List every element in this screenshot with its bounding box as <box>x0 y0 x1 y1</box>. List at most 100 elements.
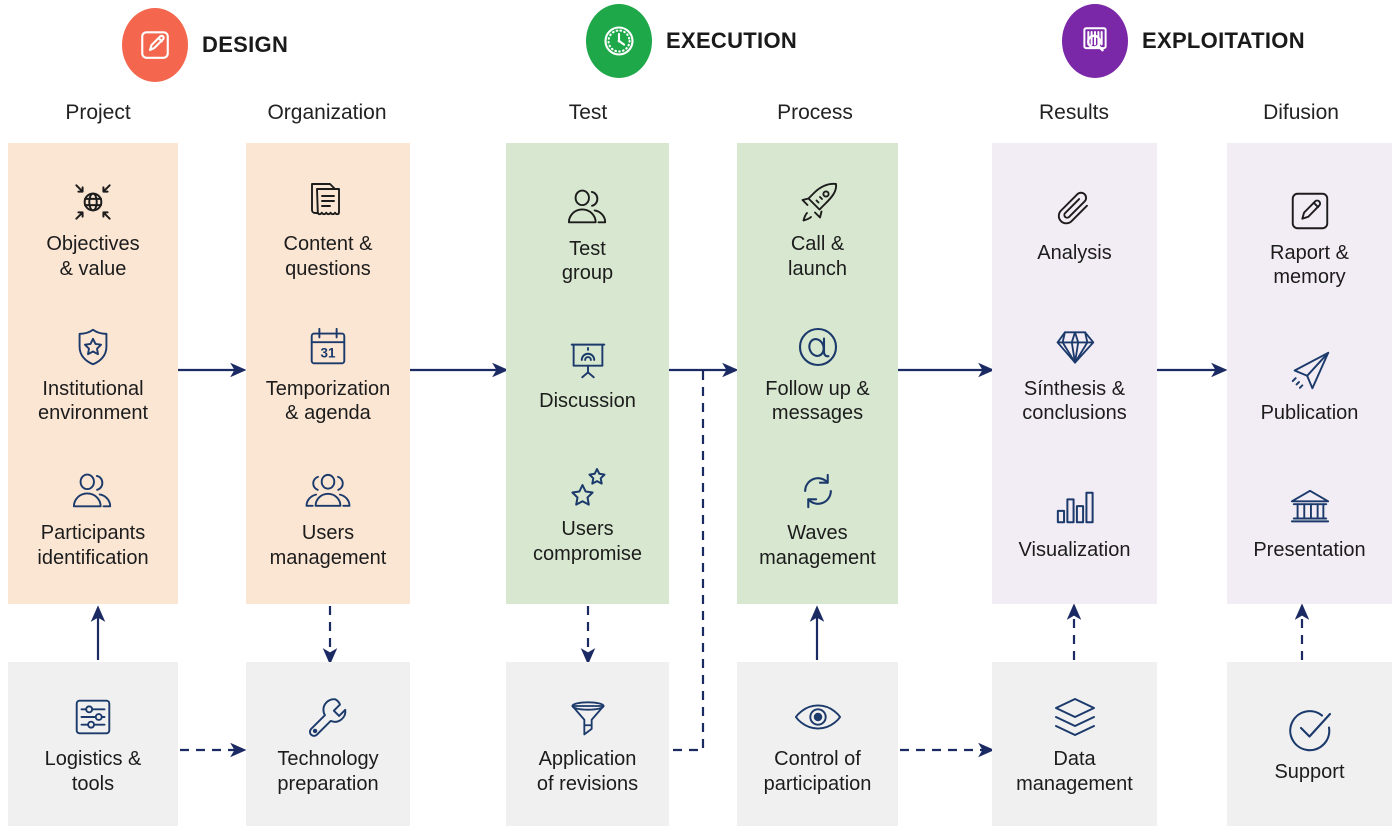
column-title-process: Process <box>777 101 853 124</box>
cell-discussion: Discussion <box>510 333 665 414</box>
refresh-cycle-icon <box>795 465 841 517</box>
cell-technology-preparation: Technology preparation <box>250 691 406 797</box>
cell-label: Institutional environment <box>37 377 149 425</box>
cell-label: Control of participation <box>763 748 872 795</box>
column-title-test: Test <box>568 101 608 124</box>
execution-badge <box>586 4 652 78</box>
stage-box-process: Call & launch Follow up & messages Waves… <box>737 143 898 604</box>
rocket-icon <box>793 176 843 228</box>
cell-control-of-participation: Control of participation <box>741 691 894 797</box>
cell-test-group: Test group <box>510 181 665 287</box>
phase-design: DESIGN <box>122 8 288 82</box>
exploitation-badge <box>1062 4 1128 78</box>
pencil-square-icon <box>138 28 172 62</box>
stage-box-results: Analysis Sínthesis & conclusions Visuali… <box>992 143 1157 604</box>
cell-analysis: Analysis <box>996 185 1153 266</box>
feedback-loop-to-application-of-revisions <box>672 371 705 752</box>
stars-icon <box>563 461 613 513</box>
cell-label: Objectives & value <box>46 233 140 281</box>
check-circle-icon <box>1286 704 1334 756</box>
stage-box-difusion: Raport & memory Publication Presentation <box>1227 143 1392 604</box>
wrench-icon <box>304 691 352 743</box>
phase-execution: EXECUTION <box>586 4 797 78</box>
column-title-results: Results <box>1038 101 1110 124</box>
support-box-data-management: Data management <box>992 662 1157 826</box>
cell-label: Discussion <box>539 390 636 413</box>
column-title-project: Project <box>65 101 131 124</box>
cell-label: Logistics & tools <box>44 748 142 795</box>
cell-label: Call & launch <box>788 233 847 281</box>
cell-users-compromise: Users compromise <box>510 461 665 567</box>
connector-layer <box>90 362 1310 758</box>
funnel-icon <box>566 691 610 743</box>
cell-sinthesis-conclusions: Sínthesis & conclusions <box>996 321 1153 427</box>
cell-visualization: Visualization <box>996 482 1153 563</box>
cell-temporization-agenda: 31 Temporization & agenda <box>250 321 406 427</box>
cell-raport-memory: Raport & memory <box>1231 185 1388 291</box>
cell-data-management: Data management <box>996 691 1153 797</box>
cell-label: Users compromise <box>533 517 642 565</box>
paperclip-icon <box>1052 185 1098 237</box>
cell-institutional-environment: Institutional environment <box>12 321 174 427</box>
bank-icon <box>1286 482 1334 534</box>
cell-label: Content & questions <box>283 233 373 281</box>
cell-label: Raport & memory <box>1270 241 1349 289</box>
cell-label: Publication <box>1260 402 1359 425</box>
support-box-support: Support <box>1227 662 1392 826</box>
cell-label: Temporization & agenda <box>265 377 391 425</box>
shield-star-icon <box>70 321 116 373</box>
cell-label: Data management <box>1016 748 1133 795</box>
cell-publication: Publication <box>1231 345 1388 426</box>
cell-label: Analysis <box>1037 241 1112 264</box>
stage-box-test: Test group Discussion Users compromise <box>506 143 669 604</box>
stage-box-project: Objectives & value Institutional environ… <box>8 143 178 604</box>
cell-follow-up-messages: Follow up & messages <box>741 321 894 427</box>
cell-label: Sínthesis & conclusions <box>1022 377 1127 425</box>
phase-design-label: DESIGN <box>202 32 289 57</box>
presentation-icon <box>565 333 611 385</box>
svg-text:31: 31 <box>321 345 336 360</box>
cell-label: Application of revisions <box>536 748 639 795</box>
globe-target-icon <box>67 176 119 228</box>
cell-call-launch: Call & launch <box>741 176 894 282</box>
stage-box-organization: Content & questions 31 Temporization & a… <box>246 143 410 604</box>
cell-label: Waves management <box>759 522 876 569</box>
cell-label: Participants identification <box>37 522 149 569</box>
column-title-difusion: Difusion <box>1263 101 1339 124</box>
cell-label: Support <box>1274 760 1345 783</box>
calendar-31-icon: 31 <box>305 321 351 373</box>
design-badge <box>122 8 188 82</box>
cell-application-of-revisions: Application of revisions <box>510 691 665 797</box>
support-box-application-of-revisions: Application of revisions <box>506 662 669 826</box>
cell-waves-management: Waves management <box>741 465 894 571</box>
at-sign-icon <box>794 321 842 373</box>
column-title-organization: Organization <box>267 101 387 124</box>
phase-exploitation-label: EXPLOITATION <box>1142 28 1305 53</box>
paper-plane-icon <box>1286 345 1334 397</box>
phase-execution-label: EXECUTION <box>666 28 798 53</box>
two-users-icon <box>68 465 118 517</box>
document-stack-icon <box>303 176 353 228</box>
support-box-technology-preparation: Technology preparation <box>246 662 410 826</box>
clock-icon <box>601 23 637 59</box>
cell-label: Test group <box>561 237 614 285</box>
cell-objectives-value: Objectives & value <box>12 176 174 282</box>
three-users-icon <box>300 465 356 517</box>
diamond-icon <box>1052 321 1098 373</box>
support-box-control-of-participation: Control of participation <box>737 662 898 826</box>
support-box-logistics-tools: Logistics & tools <box>8 662 178 826</box>
layers-icon <box>1051 691 1099 743</box>
cell-label: Presentation <box>1253 538 1366 561</box>
cell-presentation: Presentation <box>1231 482 1388 563</box>
cell-logistics-tools: Logistics & tools <box>12 691 174 797</box>
cell-participants-identification: Participants identification <box>12 465 174 571</box>
cell-label: Visualization <box>1018 538 1131 561</box>
sliders-icon <box>70 691 116 743</box>
bar-chart-icon <box>1052 482 1098 534</box>
process-diagram: DESIGN EXECUTION EXPLOITATION Project Or… <box>0 0 1400 826</box>
cell-content-questions: Content & questions <box>250 176 406 282</box>
cell-label: Users management <box>269 522 387 569</box>
eye-icon <box>793 691 843 743</box>
cell-label: Technology preparation <box>277 748 379 795</box>
phase-exploitation: EXPLOITATION <box>1062 4 1305 78</box>
